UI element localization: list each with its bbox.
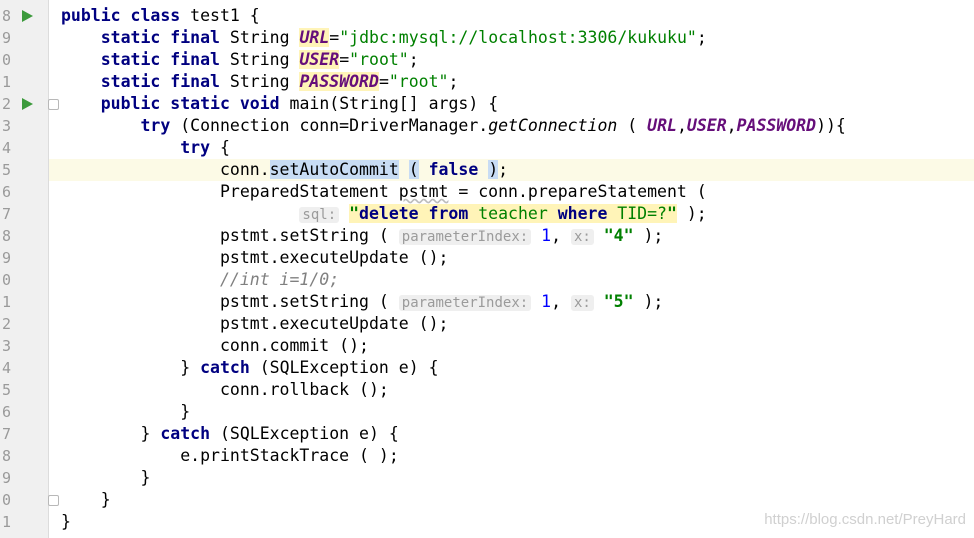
code-line: } (100, 490, 111, 509)
code-line: static final String USER="root"; (100, 50, 419, 69)
param-hint: parameterIndex: (398, 295, 532, 311)
code-line: conn.rollback (); (219, 380, 389, 399)
code-line: try (Connection conn=DriverManager.getCo… (140, 116, 846, 135)
code-line: conn.commit (); (219, 336, 369, 355)
line-number: 2 (2, 95, 12, 113)
line-number: 5 (2, 161, 12, 179)
param-hint: parameterIndex: (398, 229, 532, 245)
line-number: 9 (2, 249, 12, 267)
code-line: try { (180, 138, 230, 157)
line-number: 0 (2, 491, 12, 509)
code-line: PreparedStatement pstmt = conn.prepareSt… (219, 182, 707, 201)
param-hint: x: (570, 295, 594, 311)
line-number: 8 (2, 227, 12, 245)
param-hint: sql: (299, 207, 340, 223)
code-line: public static void main(String[] args) { (100, 94, 499, 113)
line-number: 6 (2, 403, 12, 421)
code-line: } catch (SQLException e) { (180, 358, 439, 377)
line-number: 4 (2, 359, 12, 377)
code-line: pstmt.setString ( parameterIndex: 1, x: … (219, 292, 664, 311)
line-number: 9 (2, 469, 12, 487)
line-number: 4 (2, 139, 12, 157)
code-line: public class test1 { (61, 6, 260, 25)
code-line: pstmt.executeUpdate (); (219, 248, 449, 267)
line-number: 1 (2, 73, 12, 91)
line-number: 0 (2, 271, 12, 289)
line-number: 2 (2, 315, 12, 333)
run-icon[interactable] (22, 10, 33, 22)
code-line: pstmt.setString ( parameterIndex: 1, x: … (219, 226, 664, 245)
line-number: 0 (2, 51, 12, 69)
code-line: } (180, 402, 191, 421)
param-hint: x: (570, 229, 594, 245)
code-line: } (140, 468, 151, 487)
line-number: 7 (2, 205, 12, 223)
code-line: //int i=1/0; (219, 270, 340, 289)
code-line: e.printStackTrace ( ); (180, 446, 399, 465)
run-icon[interactable] (22, 98, 33, 110)
code-editor[interactable]: public class test1 { static final String… (49, 0, 974, 538)
line-number: 9 (2, 29, 12, 47)
line-number: 3 (2, 117, 12, 135)
line-number: 8 (2, 447, 12, 465)
line-number: 1 (2, 513, 12, 531)
watermark: https://blog.csdn.net/PreyHard (764, 511, 966, 528)
line-number: 3 (2, 337, 12, 355)
code-line: sql: "delete from teacher where TID=?" )… (49, 203, 974, 225)
current-line: conn.setAutoCommit ( false ); (49, 159, 974, 181)
line-number: 8 (2, 7, 12, 25)
code-line: static final String PASSWORD="root"; (100, 72, 459, 91)
line-number: 1 (2, 293, 12, 311)
code-line: pstmt.executeUpdate (); (219, 314, 449, 333)
line-number: 6 (2, 183, 12, 201)
line-number: 5 (2, 381, 12, 399)
code-line: } catch (SQLException e) { (140, 424, 399, 443)
code-line: static final String URL="jdbc:mysql://lo… (100, 28, 707, 47)
line-number: 7 (2, 425, 12, 443)
